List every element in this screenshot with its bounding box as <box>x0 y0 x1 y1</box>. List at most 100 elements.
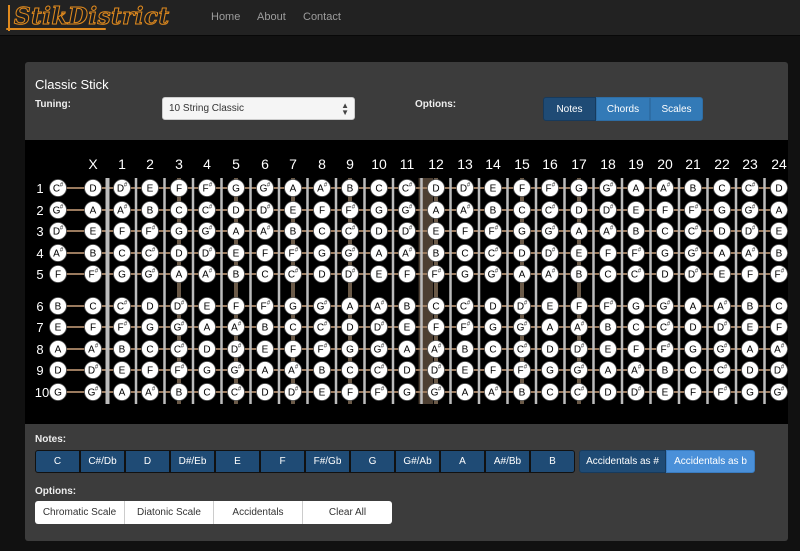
notes-view-button[interactable]: Notes <box>543 97 596 121</box>
fret-note: G <box>632 302 640 313</box>
open-note: E <box>55 323 62 334</box>
fret-note: C <box>318 227 325 238</box>
fret-label: 23 <box>742 156 758 172</box>
fret-note: F <box>319 206 325 217</box>
fret-note: B <box>119 345 126 356</box>
navbar: StikDistrict Home About Contact <box>0 0 800 36</box>
fret-note: F <box>747 270 753 281</box>
fret-note: F <box>603 302 609 313</box>
fret-note: F <box>345 206 351 217</box>
note-button-e[interactable]: E <box>215 450 260 473</box>
clear-all-button[interactable]: Clear All <box>303 501 392 524</box>
note-button-d-sharp[interactable]: D#/Eb <box>170 450 215 473</box>
string-label: 3 <box>36 224 43 239</box>
fret-note: A <box>605 366 612 377</box>
fret-note: F <box>662 206 668 217</box>
fret-note: C <box>346 366 353 377</box>
fret-note: A <box>547 323 554 334</box>
tuning-select[interactable]: 10 String Classic ▲ ▼ <box>162 97 355 120</box>
fret-note: E <box>404 323 411 334</box>
fret-note: B <box>347 184 354 195</box>
chords-view-button[interactable]: Chords <box>596 97 650 121</box>
brand-logo[interactable]: StikDistrict <box>6 1 170 35</box>
fret-note: F <box>688 206 694 217</box>
fret-note: B <box>262 323 269 334</box>
fret-note: D <box>661 270 668 281</box>
chromatic-scale-button[interactable]: Chromatic Scale <box>35 501 125 524</box>
accidentals-button[interactable]: Accidentals <box>214 501 303 524</box>
fret-label: 13 <box>457 156 473 172</box>
fret-note: G <box>546 366 554 377</box>
scales-view-button[interactable]: Scales <box>650 97 703 121</box>
note-button-f[interactable]: F <box>260 450 305 473</box>
string-label: 8 <box>36 342 43 357</box>
fret-note: B <box>462 345 469 356</box>
fret-note: G <box>318 249 326 260</box>
tuning-select-value: 10 String Classic <box>169 103 245 114</box>
fret-note: F <box>202 184 208 195</box>
note-button-b[interactable]: B <box>530 450 575 473</box>
note-button-g-sharp[interactable]: G#/Ab <box>395 450 440 473</box>
string-label: 2 <box>36 203 43 218</box>
nav-contact-link[interactable]: Contact <box>303 11 341 23</box>
fret-note: D <box>346 323 353 334</box>
diatonic-scale-button[interactable]: Diatonic Scale <box>125 501 214 524</box>
fret-note: C <box>175 206 182 217</box>
fret-note: C <box>489 345 496 356</box>
fret-note: D <box>232 206 239 217</box>
fretboard-canvas: X 1 2 3 4 5 6 7 8 9 10 11 12 13 14 15 16 17 18 19 20 21 22 23 24… <box>35 156 788 404</box>
string-label: 10 <box>35 385 49 400</box>
fret-note: G <box>518 227 526 238</box>
fret-note: C <box>89 302 96 313</box>
fret-note: B <box>605 323 612 334</box>
fret-note: E <box>605 345 612 356</box>
note-button-d[interactable]: D <box>125 450 170 473</box>
fret-note: A <box>347 302 354 313</box>
note-button-f-sharp[interactable]: F#/Gb <box>305 450 350 473</box>
fret-note: B <box>747 302 754 313</box>
fret-note: F <box>633 345 639 356</box>
fret-note: A <box>519 270 526 281</box>
nav-home-link[interactable]: Home <box>211 11 240 23</box>
note-button-c-sharp[interactable]: C#/Db <box>80 450 125 473</box>
fret-note: D <box>261 388 268 399</box>
fret-note: F <box>690 388 696 399</box>
note-button-c[interactable]: C <box>35 450 80 473</box>
brand-swash <box>6 28 106 30</box>
options-button-group: Chromatic Scale Diatonic Scale Accidenta… <box>35 501 392 524</box>
accidentals-flat-button[interactable]: Accidentals as b <box>666 450 755 473</box>
fret-note: G <box>689 345 697 356</box>
fretboard: X 1 2 3 4 5 6 7 8 9 10 11 12 13 14 15 16 17 18 19 20 21 22 23 24… <box>25 140 788 424</box>
fret-note: D <box>746 366 753 377</box>
accidentals-sharp-button[interactable]: Accidentals as # <box>579 450 666 473</box>
fret-note: A <box>262 366 269 377</box>
fret-note: F <box>260 302 266 313</box>
fret-note: E <box>262 345 269 356</box>
fret-note: D <box>518 249 525 260</box>
string-label: 9 <box>36 363 43 378</box>
nav-about-link[interactable]: About <box>257 11 286 23</box>
fret-note: A <box>119 388 126 399</box>
note-button-a[interactable]: A <box>440 450 485 473</box>
fret-note: G <box>746 388 754 399</box>
fret-note: F <box>176 184 182 195</box>
fret-note: C <box>289 323 296 334</box>
fret-note: F <box>462 227 468 238</box>
fret-note: F <box>117 323 123 334</box>
fret-note: D <box>604 388 611 399</box>
fret-note: E <box>547 302 554 313</box>
fret-note: B <box>319 366 326 377</box>
fret-note: C <box>375 184 382 195</box>
fret-note: D <box>89 184 96 195</box>
note-button-g[interactable]: G <box>350 450 395 473</box>
open-note: D <box>54 366 61 377</box>
fret-note: D <box>318 270 325 281</box>
fret-note: G <box>346 345 354 356</box>
string-label: 6 <box>36 299 43 314</box>
fret-note: A <box>462 388 469 399</box>
fret-note: A <box>576 227 583 238</box>
fret-label: 2 <box>146 156 154 172</box>
note-button-a-sharp[interactable]: A#/Bb <box>485 450 530 473</box>
fret-note: A <box>433 206 440 217</box>
fret-note: C <box>518 206 525 217</box>
